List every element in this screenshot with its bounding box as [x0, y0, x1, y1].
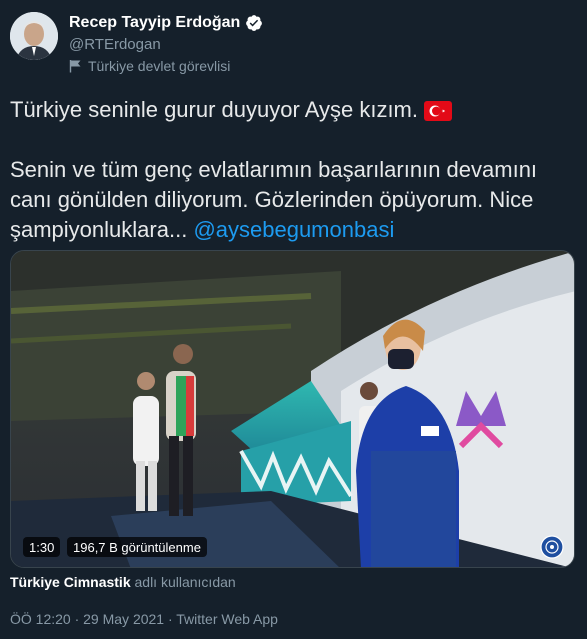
tweet-timestamp[interactable]: ÖÖ 12:20 · 29 May 2021 · Twitter Web App [10, 611, 278, 627]
tweet-text: Türkiye seninle gurur duyuyor Ayşe kızım… [10, 95, 575, 245]
avatar[interactable] [10, 12, 58, 60]
government-label-text: Türkiye devlet görevlisi [88, 58, 231, 74]
tweet-line-3: canı gönülden diliyorum. Gözlerinden öpü… [10, 187, 534, 212]
flag-icon [69, 60, 81, 73]
broadcaster-logo-icon [540, 535, 564, 559]
video-player[interactable]: 1:30 196,7 B görüntülenme [10, 250, 575, 568]
video-duration: 1:30 [23, 537, 61, 557]
verified-badge-icon [246, 15, 263, 31]
media-attribution: Türkiye Cimnastik adlı kullanıcıdan [10, 574, 236, 590]
turkey-flag-icon [424, 101, 452, 121]
tweet: Recep Tayyip Erdoğan @RTErdogan Türkiye … [0, 0, 587, 639]
attribution-suffix: adlı kullanıcıdan [134, 574, 236, 590]
tweet-header: Recep Tayyip Erdoğan @RTErdogan Türkiye … [10, 10, 580, 80]
author-name[interactable]: Recep Tayyip Erdoğan [69, 14, 240, 32]
video-view-count: 196,7 B görüntülenme [67, 537, 207, 557]
tweet-line-2: Senin ve tüm genç evlatlarımın başarılar… [10, 157, 538, 182]
author-handle[interactable]: @RTErdogan [69, 36, 161, 53]
tweet-line-4: şampiyonluklara... [10, 217, 188, 242]
video-thumbnail [11, 251, 574, 567]
tweet-line-1: Türkiye seninle gurur duyuyor Ayşe kızım… [10, 97, 418, 122]
government-label: Türkiye devlet görevlisi [69, 58, 230, 74]
attribution-source-link[interactable]: Türkiye Cimnastik [10, 574, 131, 590]
mention-link[interactable]: @aysebegumonbasi [193, 217, 394, 242]
